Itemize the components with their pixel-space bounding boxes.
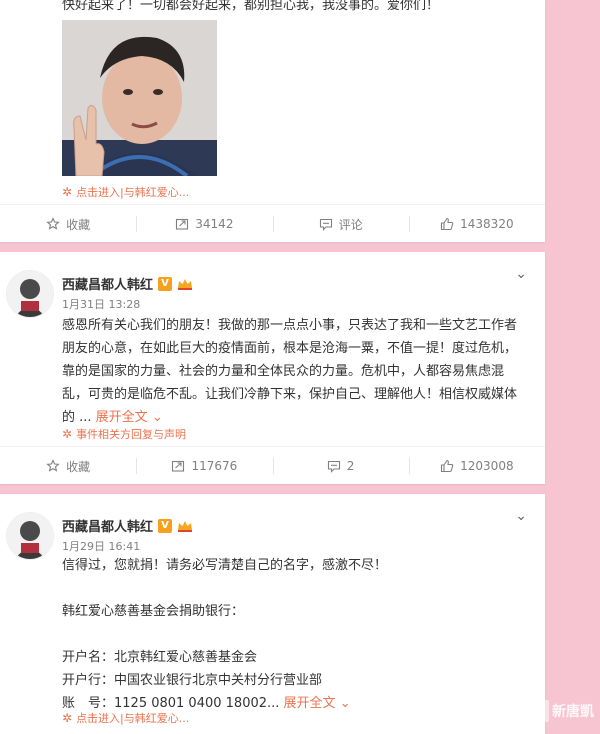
post-line: 开户行：中国农业银行北京中关村分行营业部 — [62, 673, 323, 688]
thumbs-up-icon — [441, 217, 454, 231]
favorite-button[interactable]: 收藏 — [0, 205, 136, 243]
avatar[interactable] — [6, 270, 54, 318]
verified-badge: V — [158, 276, 173, 291]
comment-icon — [319, 218, 332, 231]
repost-icon — [176, 218, 189, 230]
chevron-down-icon: ⌄ — [339, 696, 351, 711]
post-line: 乱，可贵的是临危不乱。让我们冷静下来，保护自己、理解他人！相信权威媒体 — [62, 387, 518, 402]
thumbs-up-icon — [441, 459, 454, 473]
post-line: 韩红爱心慈善基金会捐助银行： — [62, 604, 245, 619]
post-text: 快好起来了！一切都会好起来，都别担心我，我没事的。爱你们！ — [62, 0, 440, 13]
like-button[interactable]: 1203008 — [408, 447, 545, 485]
star-icon — [46, 217, 60, 230]
chevron-down-icon: ⌄ — [151, 410, 163, 425]
post-line: 靠的是国家的力量、社会的力量和全体民众的力量。危机中，人都容易焦虑混 — [62, 364, 505, 379]
comment-button[interactable]: 2 — [272, 447, 409, 485]
author-name[interactable]: 西藏昌都人韩红 V — [62, 516, 193, 535]
repost-button[interactable]: 117676 — [136, 447, 272, 485]
post-actions: 收藏 117676 2 1203008 — [0, 446, 545, 485]
post-line: 信得过，您就捐！请务必写清楚自己的名字，感激不尽！ — [62, 558, 388, 573]
flower-icon: ✲ — [62, 185, 73, 199]
comment-icon — [327, 460, 340, 473]
more-menu-chevron-icon[interactable]: ⌄ — [515, 508, 527, 524]
author-name[interactable]: 西藏昌都人韩红 V — [62, 274, 193, 293]
post-body: 信得过，您就捐！请务必写清楚自己的名字，感激不尽！ 韩红爱心慈善基金会捐助银行：… — [62, 554, 532, 715]
post-card-1: 快好起来了！一切都会好起来，都别担心我，我没事的。爱你们！ ✲ 点击进入|与韩红… — [0, 0, 545, 242]
selfie-image — [62, 20, 217, 176]
crown-icon — [178, 520, 193, 532]
avatar-image — [7, 513, 53, 559]
flower-icon: ✲ — [62, 427, 73, 441]
post-actions: 收藏 34142 评论 1438320 — [0, 204, 545, 243]
flower-icon: ✲ — [62, 711, 73, 725]
expand-full-text-link[interactable]: 展开全文 ⌄ — [96, 410, 163, 425]
avatar-image — [7, 271, 53, 317]
post-line: 感恩所有关心我们的朋友！我做的那一点点小事，只表达了我和一些文艺工作者 — [62, 318, 518, 333]
post-source-link[interactable]: ✲ 点击进入|与韩红爱心... — [62, 184, 189, 200]
post-source-link[interactable]: ✲ 事件相关方回复与声明 — [62, 426, 186, 442]
favorite-button[interactable]: 收藏 — [0, 447, 136, 485]
comment-button[interactable]: 评论 — [272, 205, 409, 243]
post-card-2: 西藏昌都人韩红 V ⌄ 1月31日 13:28 感恩所有关心我们的朋友！我做的那… — [0, 252, 545, 484]
post-card-3: 西藏昌都人韩红 V ⌄ 1月29日 16:41 信得过，您就捐！请务必写清楚自己… — [0, 494, 545, 734]
post-time[interactable]: 1月31日 13:28 — [62, 296, 140, 312]
star-icon — [46, 459, 60, 472]
post-photo[interactable] — [62, 20, 217, 176]
post-time[interactable]: 1月29日 16:41 — [62, 538, 140, 554]
post-line: 开户名：北京韩红爱心慈善基金会 — [62, 650, 258, 665]
crown-icon — [178, 278, 193, 290]
more-menu-chevron-icon[interactable]: ⌄ — [515, 266, 527, 282]
repost-button[interactable]: 34142 — [136, 205, 272, 243]
post-line: 朋友的心意，在如此巨大的疫情面前，根本是沧海一粟，不值一提！度过危机， — [62, 341, 518, 356]
avatar[interactable] — [6, 512, 54, 560]
watermark-logo-icon — [527, 700, 549, 722]
expand-full-text-link[interactable]: 展开全文 ⌄ — [284, 696, 351, 711]
like-button[interactable]: 1438320 — [408, 205, 545, 243]
post-source-link[interactable]: ✲ 点击进入|与韩红爱心... — [62, 710, 189, 726]
repost-icon — [172, 460, 185, 472]
watermark: 新唐凱 — [527, 700, 594, 722]
verified-badge: V — [158, 518, 173, 533]
post-body: 感恩所有关心我们的朋友！我做的那一点点小事，只表达了我和一些文艺工作者 朋友的心… — [62, 314, 532, 429]
